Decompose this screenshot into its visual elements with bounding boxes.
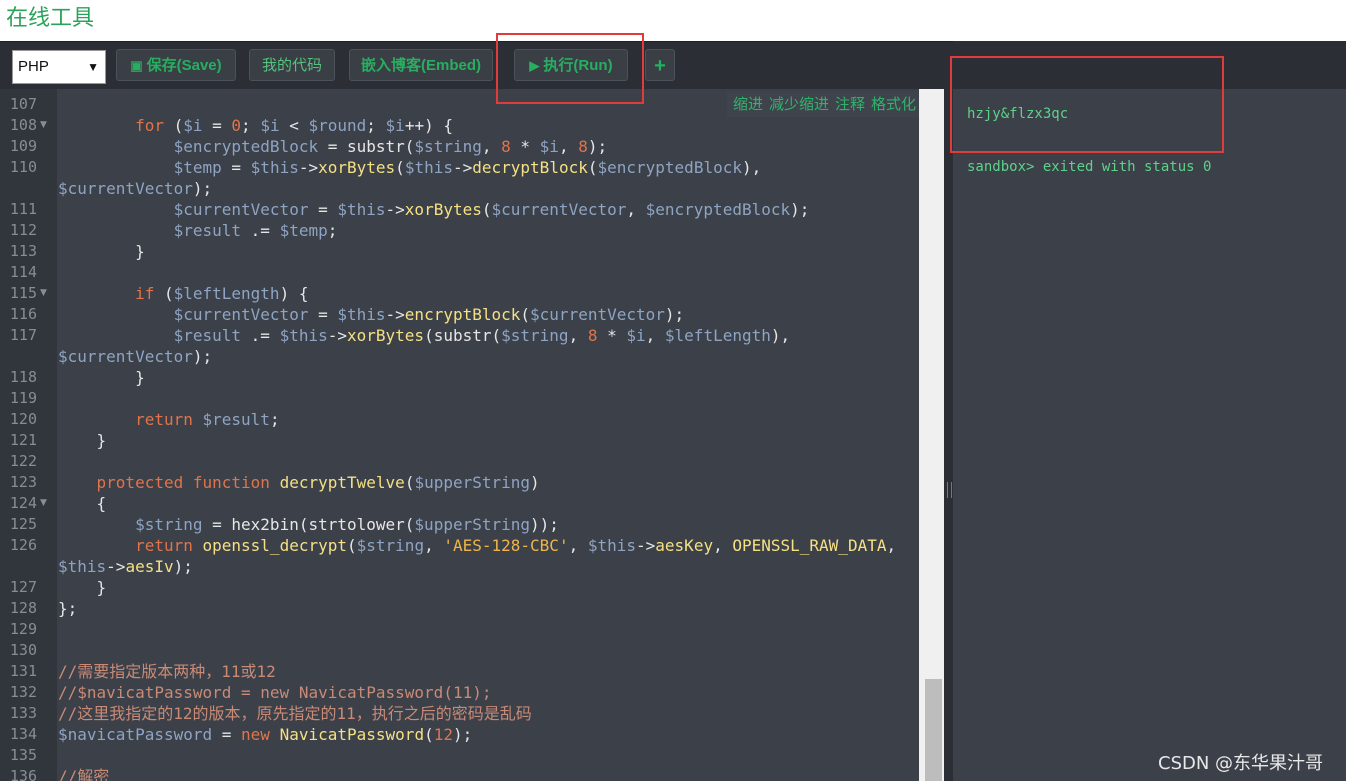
line-number: 132 <box>9 683 37 701</box>
code-line: //$navicatPassword = new NavicatPassword… <box>58 683 492 702</box>
line-number: 120 <box>9 410 37 428</box>
line-number: 127 <box>9 578 37 596</box>
embed-button[interactable]: 嵌入博客(Embed) <box>349 49 493 81</box>
line-number: 131 <box>9 662 37 680</box>
play-icon: ▶ <box>529 58 540 73</box>
code-line: $currentVector); <box>58 347 213 366</box>
line-number: 110 <box>9 158 37 176</box>
line-number: 114 <box>9 263 37 281</box>
code-line: $navicatPassword = new NavicatPassword(1… <box>58 725 473 744</box>
line-number: 125 <box>9 515 37 533</box>
fold-arrow-icon[interactable]: ▼ <box>40 115 47 136</box>
editor-scroll-thumb[interactable] <box>925 679 942 781</box>
code-line: } <box>58 242 145 261</box>
add-button[interactable]: + <box>645 49 675 81</box>
line-number: 111 <box>9 200 37 218</box>
line-number: 117 <box>9 326 37 344</box>
code-line: } <box>58 431 107 450</box>
chevron-down-icon: ▼ <box>87 60 99 74</box>
code-line: //解密 <box>58 767 110 781</box>
line-number: 128 <box>9 599 37 617</box>
comment-button[interactable]: 注释 <box>835 95 865 113</box>
line-number: 133 <box>9 704 37 722</box>
line-number: 121 <box>9 431 37 449</box>
code-line: if ($leftLength) { <box>135 284 309 303</box>
code-line: $currentVector = $this->encryptBlock($cu… <box>173 305 685 324</box>
code-line: $this->aesIv); <box>58 557 193 576</box>
code-line: $result .= $temp; <box>173 221 338 240</box>
code-editor[interactable]: 107 108 ▼ for ($i = 0; $i < $round; $i++) … <box>0 89 944 781</box>
line-number: 136 <box>9 767 37 781</box>
line-number: 135 <box>9 746 37 764</box>
run-label: 执行(Run) <box>543 57 613 74</box>
editor-scrollbar[interactable] <box>919 89 944 781</box>
language-select[interactable]: PHP ▼ <box>12 50 106 84</box>
site-title: 在线工具 <box>6 6 95 31</box>
line-number: 130 <box>9 641 37 659</box>
line-number: 112 <box>9 221 37 239</box>
pane-splitter[interactable] <box>944 89 953 781</box>
code-line: $result .= $this->xorBytes(substr($strin… <box>173 326 791 345</box>
run-button[interactable]: ▶ 执行(Run) <box>514 49 628 81</box>
fold-arrow-icon[interactable]: ▼ <box>40 493 47 514</box>
line-number: 109 <box>9 137 37 155</box>
line-number: 126 <box>9 536 37 554</box>
line-number: 134 <box>9 725 37 743</box>
code-line: $currentVector); <box>58 179 213 198</box>
code-line: { <box>58 494 107 513</box>
line-number: 116 <box>9 305 37 323</box>
code-line: $encryptedBlock = substr($string, 8 * $i… <box>173 137 608 156</box>
line-number: 122 <box>9 452 37 470</box>
my-code-button[interactable]: 我的代码 <box>249 49 335 81</box>
code-line: $temp = $this->xorBytes($this->decryptBl… <box>173 158 762 177</box>
outdent-button[interactable]: 减少缩进 <box>769 95 829 113</box>
output-header <box>953 41 1346 89</box>
code-line: } <box>58 578 107 597</box>
line-number: 107 <box>9 95 37 113</box>
code-line: $currentVector = $this->xorBytes($curren… <box>173 200 810 219</box>
line-number: 115 <box>9 284 37 302</box>
editor-tools: 缩进 减少缩进 注释 格式化 <box>727 91 929 117</box>
line-number: 129 <box>9 620 37 638</box>
output-panel <box>953 89 1346 781</box>
splitter-grip-icon[interactable] <box>947 482 952 498</box>
fold-arrow-icon[interactable]: ▼ <box>40 283 47 304</box>
code-line: }; <box>58 599 78 618</box>
format-button[interactable]: 格式化 <box>871 95 916 113</box>
line-number: 108 <box>9 116 37 134</box>
code-line: return openssl_decrypt($string, 'AES-128… <box>135 536 897 555</box>
line-number: 119 <box>9 389 37 407</box>
code-line: protected function decryptTwelve($upperS… <box>96 473 540 492</box>
line-number: 124 <box>9 494 37 512</box>
line-number: 113 <box>9 242 37 260</box>
line-number: 118 <box>9 368 37 386</box>
save-button[interactable]: ▣ 保存(Save) <box>116 49 236 81</box>
floppy-disk-icon: ▣ <box>130 58 143 73</box>
code-line: //这里我指定的12的版本，原先指定的11，执行之后的密码是乱码 <box>58 704 532 723</box>
save-label: 保存(Save) <box>146 57 222 74</box>
line-number: 123 <box>9 473 37 491</box>
watermark: CSDN @东华果汁哥 <box>1158 753 1324 774</box>
output-status: sandbox> exited with status 0 <box>967 159 1212 175</box>
code-line: } <box>58 368 145 387</box>
code-line: for ($i = 0; $i < $round; $i++) { <box>135 116 453 135</box>
language-selected-value: PHP <box>18 58 49 75</box>
code-line: //需要指定版本两种，11或12 <box>58 662 276 681</box>
output-result: hzjy&flzx3qc <box>967 106 1069 122</box>
code-line: return $result; <box>135 410 280 429</box>
code-line: $string = hex2bin(strtolower($upperStrin… <box>135 515 559 534</box>
indent-button[interactable]: 缩进 <box>733 95 763 113</box>
